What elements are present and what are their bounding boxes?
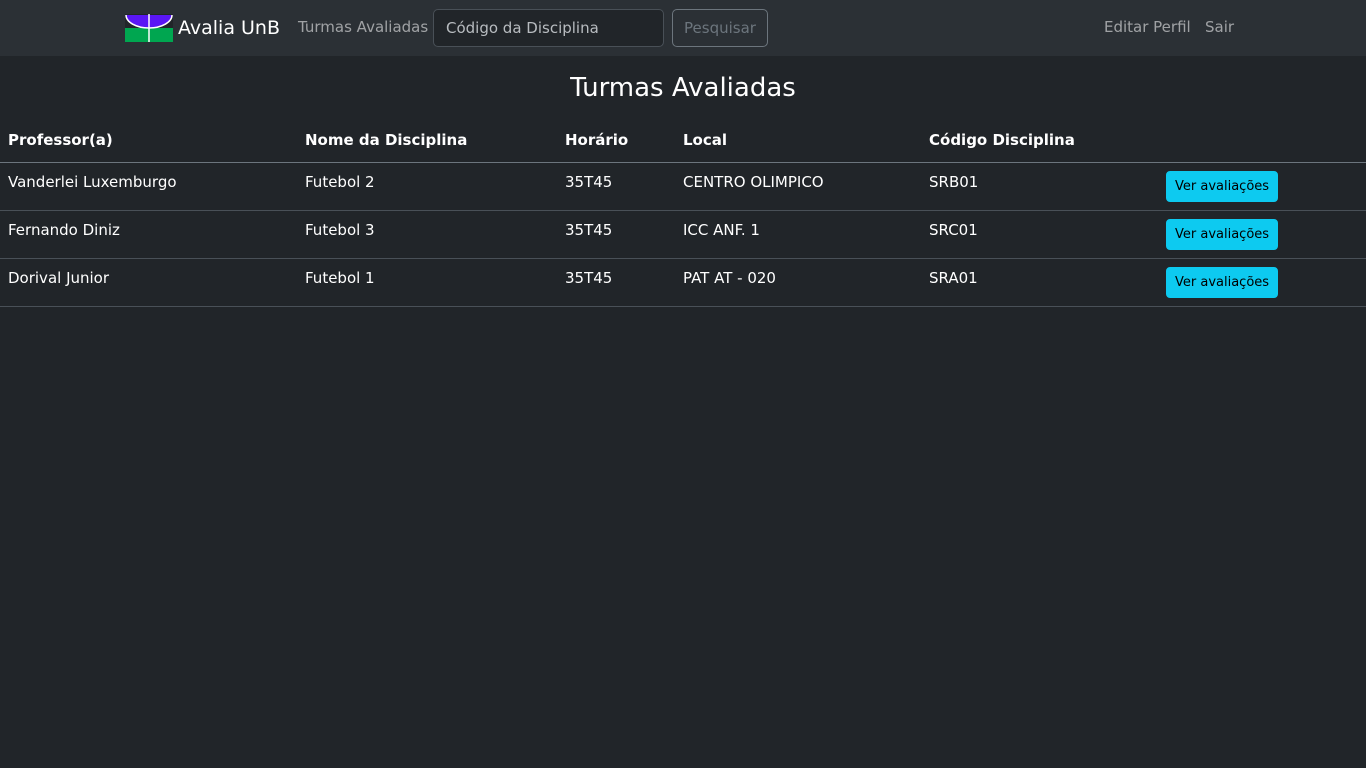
nav-editar-perfil[interactable]: Editar Perfil bbox=[1104, 17, 1191, 37]
table-row: Fernando Diniz Futebol 3 35T45 ICC ANF. … bbox=[0, 210, 1366, 259]
header-local: Local bbox=[675, 118, 921, 163]
cell-horario: 35T45 bbox=[557, 162, 675, 211]
header-row: Professor(a) Nome da Disciplina Horário … bbox=[0, 118, 1366, 163]
table-row: Vanderlei Luxemburgo Futebol 2 35T45 CEN… bbox=[0, 162, 1366, 211]
page-title: Turmas Avaliadas bbox=[570, 73, 796, 103]
cell-disciplina: Futebol 3 bbox=[297, 210, 557, 259]
ver-avaliacoes-button[interactable]: Ver avaliações bbox=[1166, 266, 1279, 298]
navbar: Avalia UnB Turmas Avaliadas Pesquisar Ed… bbox=[0, 0, 1366, 56]
cell-professor: Vanderlei Luxemburgo bbox=[0, 162, 297, 211]
cell-local: CENTRO OLIMPICO bbox=[675, 162, 921, 211]
cell-codigo: SRA01 bbox=[921, 258, 1158, 307]
cell-local: PAT AT - 020 bbox=[675, 258, 921, 307]
nav-turmas-avaliadas[interactable]: Turmas Avaliadas bbox=[298, 17, 428, 37]
cell-professor: Dorival Junior bbox=[0, 258, 297, 307]
table-row: Dorival Junior Futebol 1 35T45 PAT AT - … bbox=[0, 258, 1366, 307]
search-button[interactable]: Pesquisar bbox=[672, 9, 768, 47]
search-input[interactable] bbox=[433, 9, 664, 47]
cell-codigo: SRB01 bbox=[921, 162, 1158, 211]
header-professor: Professor(a) bbox=[0, 118, 297, 163]
cell-codigo: SRC01 bbox=[921, 210, 1158, 259]
cell-disciplina: Futebol 2 bbox=[297, 162, 557, 211]
cell-action: Ver avaliações bbox=[1158, 162, 1366, 211]
header-codigo: Código Disciplina bbox=[921, 118, 1158, 163]
cell-action: Ver avaliações bbox=[1158, 210, 1366, 259]
header-horario: Horário bbox=[557, 118, 675, 163]
cell-disciplina: Futebol 1 bbox=[297, 258, 557, 307]
ver-avaliacoes-button[interactable]: Ver avaliações bbox=[1166, 218, 1279, 250]
nav-sair[interactable]: Sair bbox=[1205, 17, 1234, 37]
header-actions bbox=[1158, 118, 1366, 163]
table-header: Professor(a) Nome da Disciplina Horário … bbox=[0, 118, 1366, 163]
brand-link[interactable]: Avalia UnB bbox=[125, 14, 280, 42]
turmas-table: Professor(a) Nome da Disciplina Horário … bbox=[0, 118, 1366, 307]
cell-professor: Fernando Diniz bbox=[0, 210, 297, 259]
ver-avaliacoes-button[interactable]: Ver avaliações bbox=[1166, 170, 1279, 202]
cell-action: Ver avaliações bbox=[1158, 258, 1366, 307]
unb-logo-icon bbox=[125, 14, 173, 42]
header-disciplina: Nome da Disciplina bbox=[297, 118, 557, 163]
cell-local: ICC ANF. 1 bbox=[675, 210, 921, 259]
cell-horario: 35T45 bbox=[557, 258, 675, 307]
brand-name: Avalia UnB bbox=[178, 17, 280, 39]
cell-horario: 35T45 bbox=[557, 210, 675, 259]
table-body: Vanderlei Luxemburgo Futebol 2 35T45 CEN… bbox=[0, 162, 1366, 307]
